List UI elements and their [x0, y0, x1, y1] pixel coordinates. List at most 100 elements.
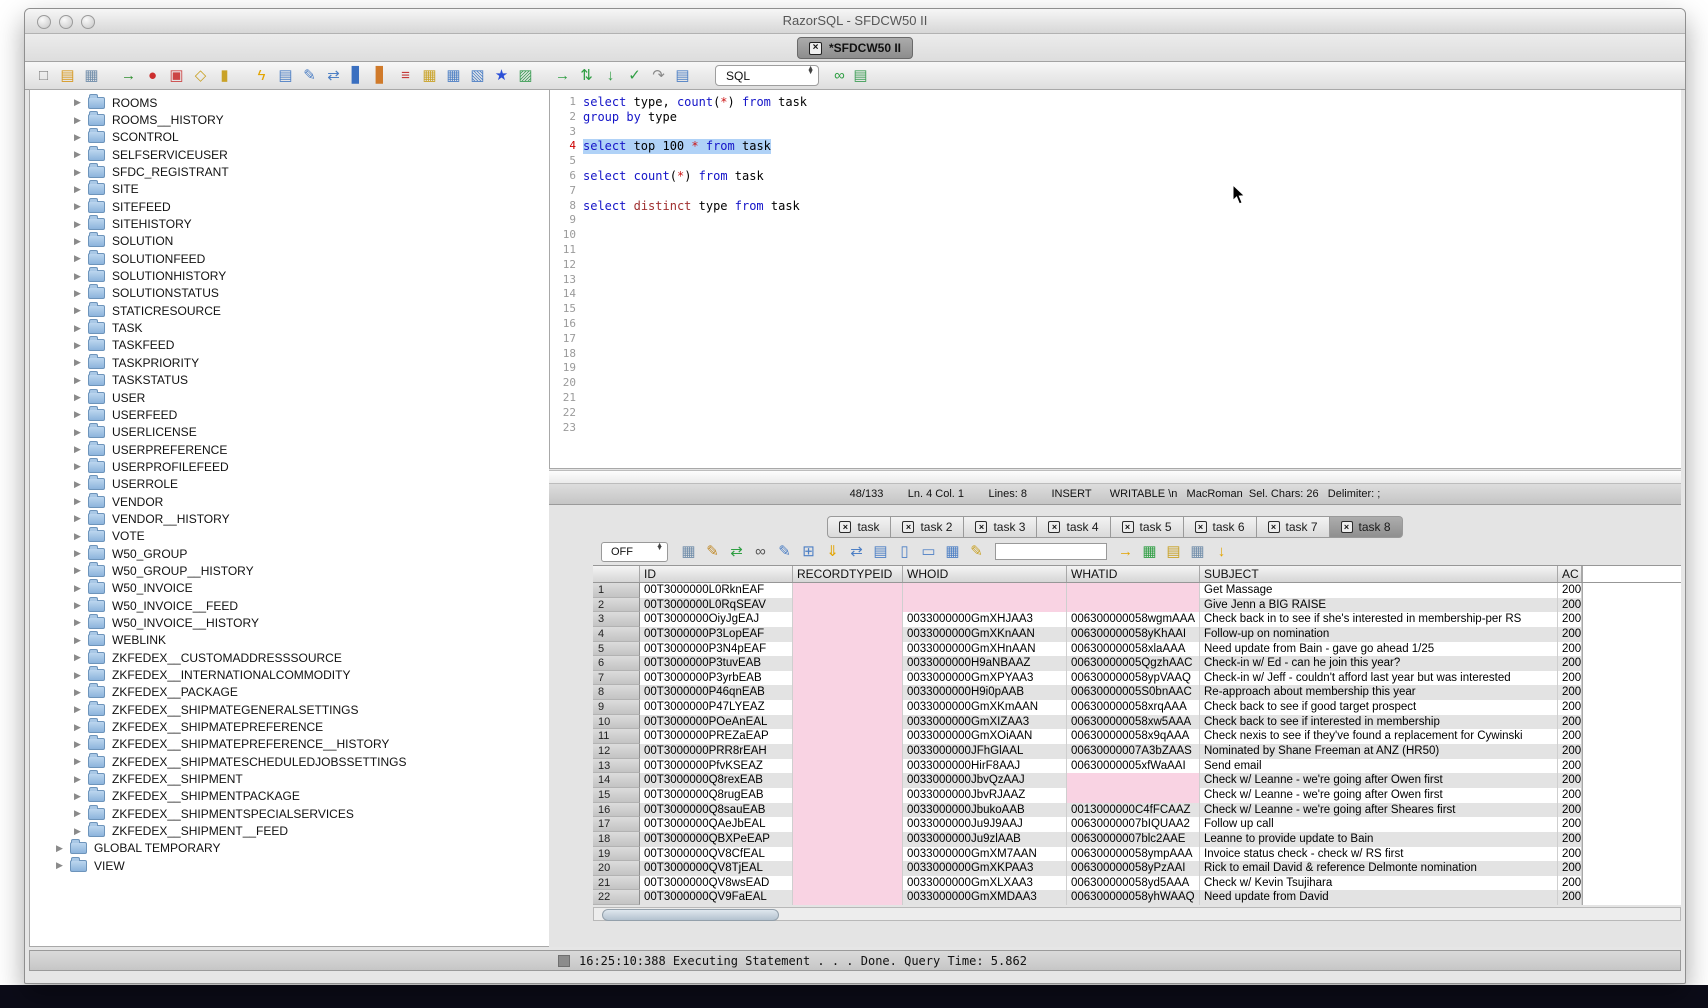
- row-number-cell[interactable]: 9: [593, 700, 640, 715]
- grid-cell[interactable]: [793, 700, 903, 715]
- table-row[interactable]: 500T3000000P3N4pEAF0033000000GmXHnAAN006…: [593, 642, 1681, 657]
- disclosure-triangle-icon[interactable]: ▶: [74, 409, 86, 420]
- sidebar-item-taskstatus[interactable]: ▶TASKSTATUS: [30, 372, 549, 389]
- swap-statement-icon[interactable]: ⇅: [576, 65, 597, 86]
- editor-line[interactable]: 16: [550, 317, 1681, 332]
- results-grid[interactable]: IDRECORDTYPEIDWHOIDWHATIDSUBJECTAC100T30…: [593, 565, 1681, 905]
- disclosure-triangle-icon[interactable]: ▶: [74, 670, 86, 681]
- grid-cell[interactable]: 0033000000GmXHJAA3: [903, 612, 1067, 627]
- editor-line[interactable]: 2group by type: [550, 110, 1681, 125]
- row-number-cell[interactable]: 16: [593, 803, 640, 818]
- grid-cell[interactable]: 006300000058xw5AAA: [1067, 715, 1200, 730]
- editor-line[interactable]: 7: [550, 184, 1681, 199]
- sync-table-icon[interactable]: ⇄: [846, 541, 867, 562]
- grid-cell[interactable]: [903, 598, 1067, 613]
- disclosure-triangle-icon[interactable]: ▶: [74, 617, 86, 628]
- disclosure-triangle-icon[interactable]: ▶: [74, 548, 86, 559]
- clipboard-icon[interactable]: ▤: [672, 65, 693, 86]
- grid-cell[interactable]: 00T3000000Q8rexEAB: [640, 773, 793, 788]
- view-export-icon[interactable]: ∞: [829, 65, 850, 86]
- sidebar-item-view[interactable]: ▶VIEW: [30, 857, 549, 874]
- new-object-icon[interactable]: ◇: [190, 65, 211, 86]
- brush-icon[interactable]: ✎: [966, 541, 987, 562]
- grid-cell[interactable]: [793, 773, 903, 788]
- tab-close-icon[interactable]: ×: [902, 521, 914, 533]
- go-forward-icon[interactable]: →: [552, 65, 573, 86]
- grid-cell[interactable]: 006300000058yhWAAQ: [1067, 890, 1200, 905]
- grid-cell[interactable]: [793, 890, 903, 905]
- grid-cell[interactable]: 0033000000Ju9zlAAB: [903, 832, 1067, 847]
- open-file-icon[interactable]: ▤: [57, 65, 78, 86]
- disclosure-triangle-icon[interactable]: ▶: [56, 860, 68, 871]
- table-row[interactable]: 1200T3000000PRR8rEAH0033000000JFhGlAAL00…: [593, 744, 1681, 759]
- grid-cell[interactable]: 0033000000JFhGlAAL: [903, 744, 1067, 759]
- row-number-cell[interactable]: 15: [593, 788, 640, 803]
- result-tab-task-4[interactable]: ×task 4: [1037, 516, 1110, 538]
- grid-cell[interactable]: 00T3000000PREZaEAP: [640, 729, 793, 744]
- sidebar-item-zkfedex__shipmatepreference__history[interactable]: ▶ZKFEDEX__SHIPMATEPREFERENCE__HISTORY: [30, 736, 549, 753]
- result-tab-task-6[interactable]: ×task 6: [1184, 516, 1257, 538]
- sidebar-item-site[interactable]: ▶SITE: [30, 181, 549, 198]
- grid-cell[interactable]: [793, 744, 903, 759]
- grid-cell[interactable]: 00T3000000PRR8rEAH: [640, 744, 793, 759]
- grid-cell[interactable]: [793, 685, 903, 700]
- disclosure-triangle-icon[interactable]: ▶: [74, 340, 86, 351]
- grid-hscrollbar[interactable]: [593, 907, 1681, 921]
- grid-cell[interactable]: Follow up call: [1200, 817, 1558, 832]
- table-row[interactable]: 1600T3000000Q8sauEAB0033000000JbukoAAB00…: [593, 803, 1681, 818]
- editor-line[interactable]: 14: [550, 287, 1681, 302]
- sidebar-item-userrole[interactable]: ▶USERROLE: [30, 476, 549, 493]
- disclosure-triangle-icon[interactable]: ▶: [74, 149, 86, 160]
- column-header-whatid[interactable]: WHATID: [1067, 566, 1200, 582]
- grid-cell[interactable]: [793, 671, 903, 686]
- row-number-cell[interactable]: 8: [593, 685, 640, 700]
- grid-cell[interactable]: 200: [1558, 612, 1582, 627]
- sidebar-item-w50_group__history[interactable]: ▶W50_GROUP__HISTORY: [30, 562, 549, 579]
- disclosure-triangle-icon[interactable]: ▶: [74, 756, 86, 767]
- validate-icon[interactable]: ✓: [624, 65, 645, 86]
- disclosure-triangle-icon[interactable]: ▶: [74, 184, 86, 195]
- disclosure-triangle-icon[interactable]: ▶: [74, 513, 86, 524]
- grid-cell[interactable]: 200: [1558, 715, 1582, 730]
- execute-sql-icon[interactable]: ϟ: [251, 65, 272, 86]
- table-row[interactable]: 1700T3000000QAeJbEAL0033000000Ju9J9AAJ00…: [593, 817, 1681, 832]
- grid-cell[interactable]: 200: [1558, 744, 1582, 759]
- disclosure-triangle-icon[interactable]: ▶: [56, 843, 68, 854]
- sidebar-item-zkfedex__shipmatepreference[interactable]: ▶ZKFEDEX__SHIPMATEPREFERENCE: [30, 718, 549, 735]
- disclosure-triangle-icon[interactable]: ▶: [74, 687, 86, 698]
- edit-table-data-icon[interactable]: ▦: [419, 65, 440, 86]
- grid-cell[interactable]: 0033000000GmXKmAAN: [903, 700, 1067, 715]
- disclosure-triangle-icon[interactable]: ▶: [74, 444, 86, 455]
- result-tab-task[interactable]: ×task: [827, 516, 891, 538]
- grid-cell[interactable]: 0033000000GmXMDAA3: [903, 890, 1067, 905]
- row-number-cell[interactable]: 5: [593, 642, 640, 657]
- grid-cell[interactable]: 00630000005xfWaAAI: [1067, 759, 1200, 774]
- sidebar-item-zkfedex__shipment[interactable]: ▶ZKFEDEX__SHIPMENT: [30, 770, 549, 787]
- disclosure-triangle-icon[interactable]: ▶: [74, 271, 86, 282]
- table-row[interactable]: 1800T3000000QBXPeEAP0033000000Ju9zlAAB00…: [593, 832, 1681, 847]
- describe-icon[interactable]: ▤: [850, 65, 871, 86]
- row-number-cell[interactable]: 22: [593, 890, 640, 905]
- column-header-subject[interactable]: SUBJECT: [1200, 566, 1558, 582]
- copy-table-icon[interactable]: ▦: [942, 541, 963, 562]
- select-columns-icon[interactable]: ▤: [870, 541, 891, 562]
- refresh-icon[interactable]: ⇄: [323, 65, 344, 86]
- grid-cell[interactable]: 0033000000JbvQzAAJ: [903, 773, 1067, 788]
- sidebar-item-userpreference[interactable]: ▶USERPREFERENCE: [30, 441, 549, 458]
- export-results-icon[interactable]: ▦: [1139, 541, 1160, 562]
- table-view-icon[interactable]: ▦: [443, 65, 464, 86]
- table-row[interactable]: 100T3000000L0RknEAFGet Massage200: [593, 583, 1681, 598]
- redo-icon[interactable]: ↷: [648, 65, 669, 86]
- row-number-cell[interactable]: 3: [593, 612, 640, 627]
- grid-cell[interactable]: [793, 642, 903, 657]
- grid-cell[interactable]: 00T3000000PfvKSEAZ: [640, 759, 793, 774]
- grid-cell[interactable]: 0033000000GmXLXAA3: [903, 876, 1067, 891]
- sidebar-item-selfserviceuser[interactable]: ▶SELFSERVICEUSER: [30, 146, 549, 163]
- grid-cell[interactable]: [793, 729, 903, 744]
- grid-cell[interactable]: [793, 598, 903, 613]
- row-number-cell[interactable]: 7: [593, 671, 640, 686]
- next-statement-icon[interactable]: ↓: [600, 65, 621, 86]
- sidebar-item-sfdc_registrant[interactable]: ▶SFDC_REGISTRANT: [30, 163, 549, 180]
- sidebar-item-solution[interactable]: ▶SOLUTION: [30, 233, 549, 250]
- grid-cell[interactable]: 00T3000000Q8rugEAB: [640, 788, 793, 803]
